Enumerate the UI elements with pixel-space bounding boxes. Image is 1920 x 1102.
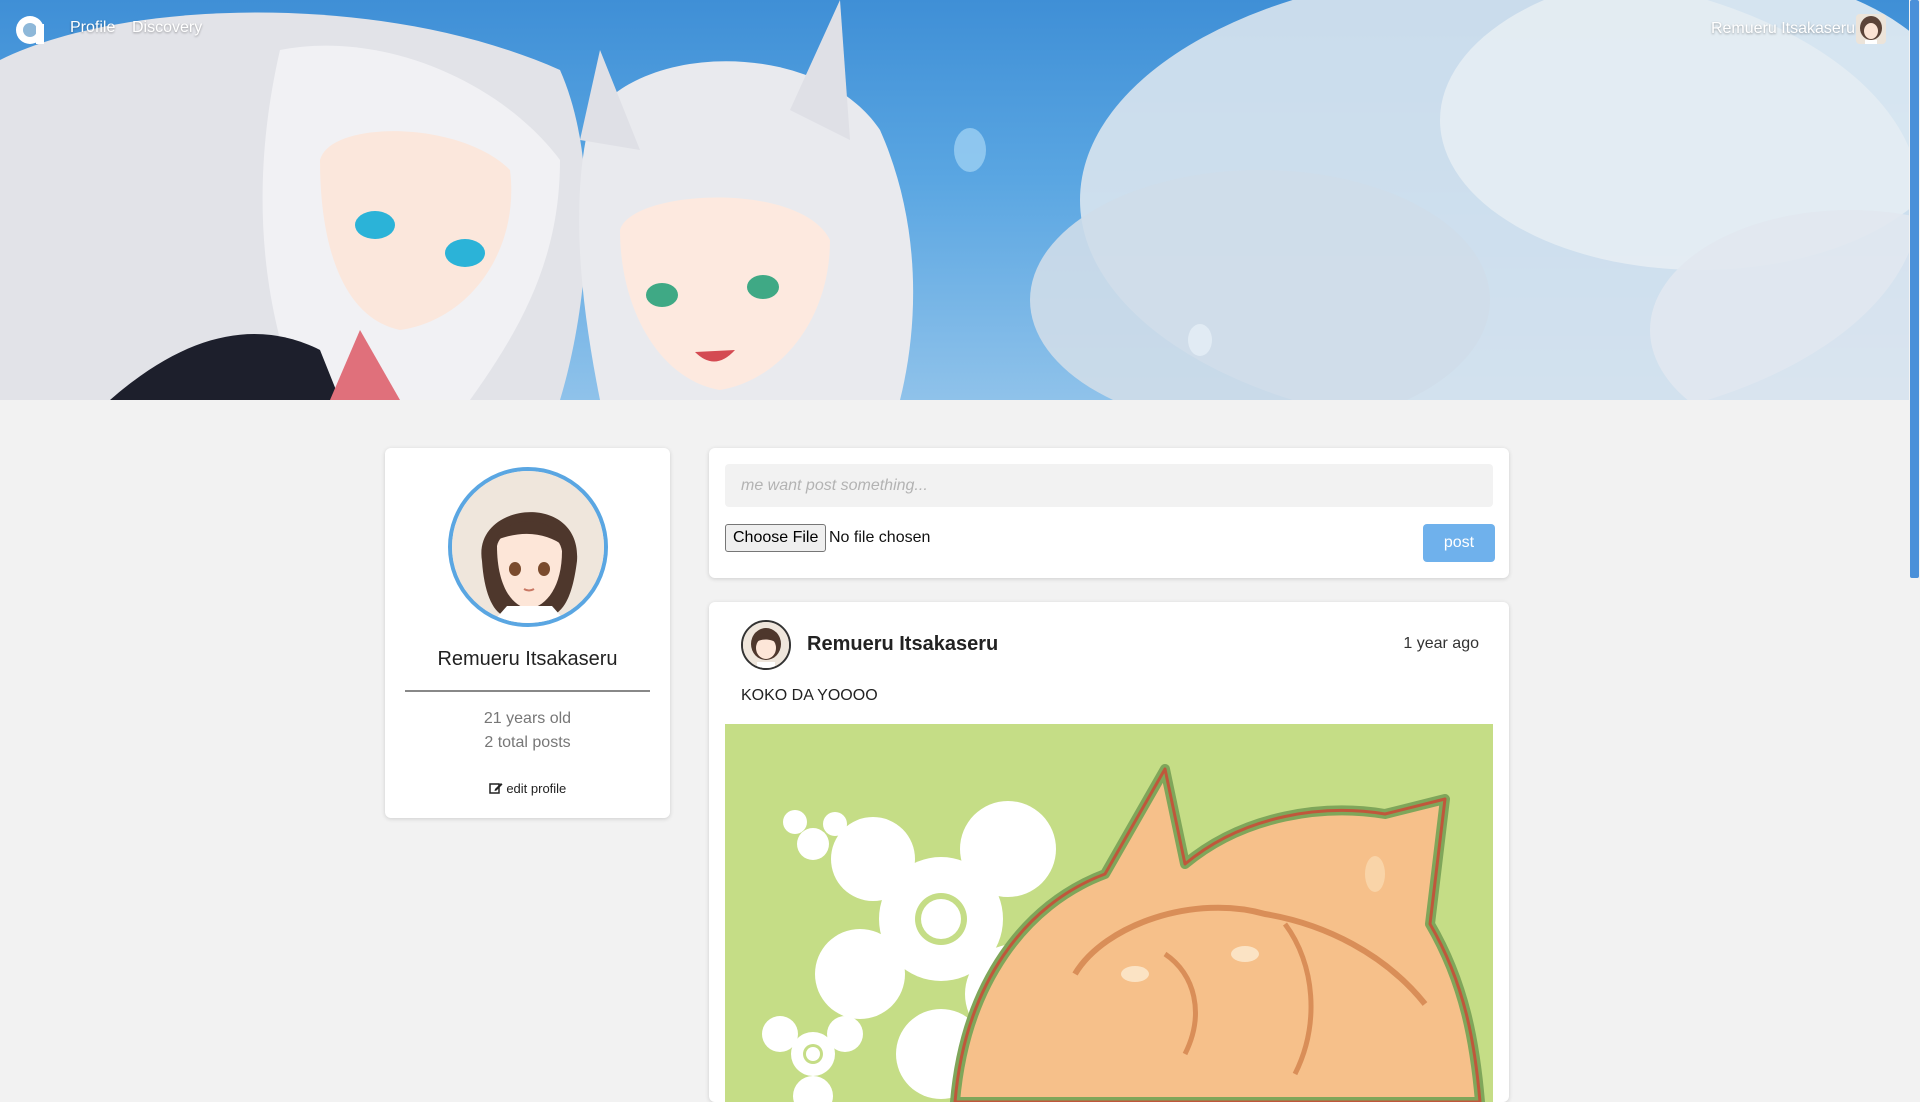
nav-user-name[interactable]: Remueru Itsakaseru: [1711, 20, 1855, 38]
post-image[interactable]: [725, 724, 1493, 1102]
post-author-name[interactable]: Remueru Itsakaseru: [807, 633, 998, 656]
post-timestamp: 1 year ago: [1403, 635, 1479, 652]
post-composer: Choose File No file chosen post: [709, 448, 1509, 578]
avatar-image: [452, 471, 604, 623]
file-status: No file chosen: [829, 529, 931, 546]
post-author-avatar[interactable]: [741, 620, 791, 670]
avatar-icon: [1856, 14, 1886, 44]
profile-banner: [0, 0, 1909, 400]
avatar-image: [743, 622, 789, 668]
post-input[interactable]: [725, 464, 1493, 507]
nav-link-discovery[interactable]: Discovery: [132, 19, 202, 37]
nav-user-avatar[interactable]: [1856, 14, 1886, 44]
post-button[interactable]: post: [1423, 524, 1495, 562]
profile-age: 21 years old: [483, 710, 572, 727]
post-illustration: [725, 724, 1493, 1102]
profile-divider: [405, 690, 650, 692]
profile-avatar[interactable]: [448, 467, 608, 627]
edit-icon: [488, 783, 503, 794]
edit-profile-link[interactable]: edit profile: [385, 781, 670, 796]
nav-link-profile[interactable]: Profile: [70, 19, 115, 37]
post-card: Remueru Itsakaseru 1 year ago KOKO DA YO…: [709, 602, 1509, 1102]
banner-illustration: [0, 0, 1909, 400]
profile-name: Remueru Itsakaseru: [437, 648, 618, 670]
profile-card: Remueru Itsakaseru 21 years old 2 total …: [385, 448, 670, 818]
profile-post-count: 2 total posts: [484, 734, 571, 751]
scrollbar-thumb[interactable]: [1910, 0, 1919, 578]
edit-profile-label: edit profile: [506, 781, 567, 796]
post-text: KOKO DA YOOOO: [741, 687, 878, 704]
choose-file-button[interactable]: Choose File: [725, 524, 827, 552]
logo-icon[interactable]: [14, 14, 47, 47]
scrollbar-track[interactable]: [1909, 0, 1920, 1080]
